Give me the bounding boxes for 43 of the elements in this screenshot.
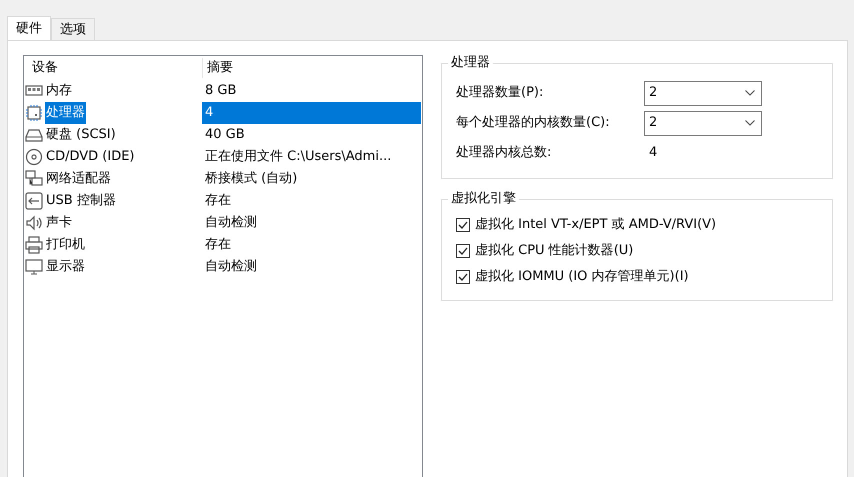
device-name[interactable]: USB 控制器: [45, 190, 117, 212]
device-name[interactable]: CD/DVD (IDE): [45, 146, 136, 168]
device-name[interactable]: 网络适配器: [45, 168, 112, 190]
column-header[interactable]: 设备: [24, 58, 202, 78]
chevron-down-icon: [745, 120, 755, 126]
field-label: 每个处理器的内核数量(C):: [456, 114, 611, 132]
checkbox-label[interactable]: 虚拟化 CPU 性能计数器(U): [475, 241, 634, 261]
speaker-icon: [25, 214, 43, 232]
checkbox-label[interactable]: 虚拟化 Intel VT-x/EPT 或 AMD-V/RVI(V): [475, 215, 716, 235]
total-label: 处理器内核总数:: [456, 144, 552, 162]
device-name[interactable]: 处理器: [45, 102, 86, 124]
device-summary: 自动检测: [204, 258, 258, 276]
tab[interactable]: 选项: [51, 18, 95, 40]
device-summary: 40 GB: [204, 126, 246, 144]
checkbox[interactable]: [456, 244, 470, 258]
chevron-down-icon: [745, 90, 755, 96]
disc-icon: [25, 148, 43, 166]
usb-icon: [25, 192, 43, 210]
device-name[interactable]: 声卡: [45, 212, 73, 234]
device-summary: 桥接模式 (自动): [204, 170, 298, 188]
network-icon: [25, 170, 43, 188]
device-summary: 存在: [204, 236, 232, 254]
checkbox[interactable]: [456, 218, 470, 232]
device-summary: 自动检测: [204, 214, 258, 232]
device-summary: 存在: [204, 192, 232, 210]
device-summary: 4: [202, 102, 421, 124]
printer-icon: [25, 236, 43, 254]
dropdown[interactable]: 2: [644, 80, 762, 106]
device-name[interactable]: 硬盘 (SCSI): [45, 124, 117, 146]
processor-icon: [25, 104, 43, 122]
total-value: 4: [648, 144, 658, 162]
column-header[interactable]: 摘要: [202, 58, 233, 78]
monitor-icon: [25, 258, 43, 276]
device-name[interactable]: 打印机: [45, 234, 86, 256]
device-summary: 8 GB: [204, 82, 238, 100]
checkbox[interactable]: [456, 270, 470, 284]
tab[interactable]: 硬件: [7, 16, 51, 40]
dropdown[interactable]: 2: [644, 110, 762, 136]
device-summary: 正在使用文件 C:\Users\Admi...: [204, 148, 392, 166]
device-name[interactable]: 内存: [45, 80, 73, 102]
device-name[interactable]: 显示器: [45, 256, 86, 278]
field-label: 处理器数量(P):: [456, 84, 544, 102]
checkbox-label[interactable]: 虚拟化 IOMMU (IO 内存管理单元)(I): [475, 267, 689, 287]
